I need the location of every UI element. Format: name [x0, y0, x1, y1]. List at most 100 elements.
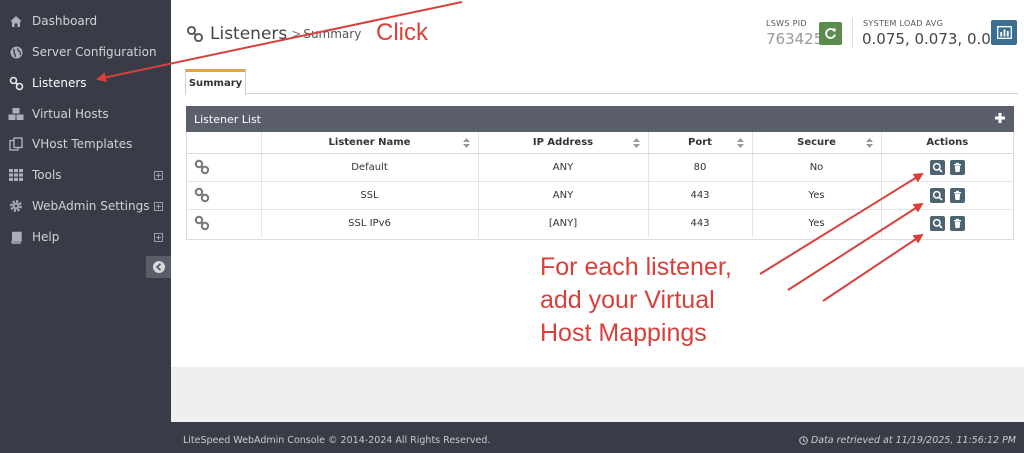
sidebar-item-help[interactable]: Help: [0, 222, 171, 252]
expand-icon[interactable]: [154, 170, 163, 180]
tab-summary[interactable]: Summary: [185, 69, 246, 95]
zoom-icon: [932, 218, 943, 229]
widget-title: Listener List: [194, 112, 261, 126]
link-icon: [194, 159, 210, 175]
sort-icon[interactable]: [865, 138, 873, 148]
collapse-sidebar-button[interactable]: [146, 256, 171, 278]
sidebar-item-tools[interactable]: Tools: [0, 160, 171, 190]
page-header: Listeners > Summary: [186, 24, 361, 44]
column-header-secure[interactable]: Secure: [752, 132, 882, 154]
row-icon-cell: [187, 209, 262, 237]
listener-table: Listener Name IP Address Port Secure Act…: [186, 132, 1014, 240]
sidebar-item-label: Tools: [32, 168, 62, 182]
header-divider: [852, 18, 853, 48]
column-header-label: IP Address: [532, 136, 594, 148]
sort-icon[interactable]: [736, 138, 744, 148]
trash-icon: [953, 190, 961, 200]
load-avg-value: 0.075, 0.073, 0.083: [862, 30, 1010, 48]
view-button[interactable]: [929, 215, 945, 231]
sidebar-item-dashboard[interactable]: Dashboard: [0, 6, 171, 36]
column-header-ip-address[interactable]: IP Address: [478, 132, 649, 154]
arrow-to-actions-row-3: [822, 233, 924, 302]
tab-divider: [246, 93, 1018, 94]
load-avg-label: SYSTEM LOAD AVG: [863, 19, 944, 28]
home-icon: [8, 13, 24, 29]
view-button[interactable]: [929, 187, 945, 203]
pid-label: LSWS PID: [766, 19, 807, 28]
ip-address-cell: ANY: [478, 181, 649, 210]
link-icon: [186, 25, 204, 43]
restart-button[interactable]: [819, 22, 842, 45]
secure-cell: Yes: [752, 209, 882, 237]
table-row: SSL ANY 443 Yes: [187, 181, 1013, 210]
sidebar-item-vhost-templates[interactable]: VHost Templates: [0, 129, 171, 159]
zoom-icon: [932, 162, 943, 173]
sort-icon[interactable]: [462, 138, 470, 148]
actions-cell: [881, 181, 1013, 210]
retrieved-text: Data retrieved at 11/19/2025, 11:56:12 P…: [810, 435, 1016, 446]
expand-icon[interactable]: [154, 201, 163, 211]
expand-icon[interactable]: [154, 232, 163, 242]
secure-cell: No: [752, 153, 882, 182]
sidebar-item-server-configuration[interactable]: Server Configuration: [0, 37, 171, 67]
arrow-left-icon: [152, 261, 165, 273]
column-header-port[interactable]: Port: [648, 132, 753, 154]
actions-cell: [881, 153, 1013, 182]
copy-icon: [8, 136, 24, 152]
load-chart-button[interactable]: [991, 20, 1017, 45]
table-row: SSL IPv6 [ANY] 443 Yes: [187, 209, 1013, 237]
secure-cell: Yes: [752, 181, 882, 210]
listener-name-cell[interactable]: Default: [261, 153, 479, 182]
sidebar-item-webadmin-settings[interactable]: WebAdmin Settings: [0, 191, 171, 221]
add-listener-button[interactable]: [993, 111, 1007, 125]
annotation-click: Click: [376, 19, 428, 46]
sort-icon[interactable]: [632, 138, 640, 148]
listener-name-cell[interactable]: SSL IPv6: [261, 209, 479, 237]
link-icon: [194, 216, 210, 231]
link-icon: [194, 187, 210, 203]
column-header-label: Listener Name: [328, 136, 411, 148]
sidebar-item-label: Help: [32, 230, 60, 244]
refresh-icon: [825, 28, 836, 39]
delete-button[interactable]: [949, 187, 965, 203]
delete-button[interactable]: [949, 159, 965, 175]
content-bottom-band: [171, 367, 1024, 422]
column-header-listener-name[interactable]: Listener Name: [261, 132, 479, 154]
column-header-icon: [187, 132, 262, 154]
annotation-line: For each listener,: [540, 253, 732, 281]
breadcrumb: Summary: [303, 27, 362, 41]
actions-cell: [881, 209, 1013, 237]
sidebar-item-label: VHost Templates: [32, 137, 133, 151]
breadcrumb-separator: >: [291, 27, 302, 41]
sidebar-item-listeners[interactable]: Listeners: [0, 68, 171, 98]
row-icon-cell: [187, 153, 262, 182]
page-title: Listeners: [210, 24, 288, 44]
annotation-line: Host Mappings: [540, 319, 707, 347]
delete-button[interactable]: [949, 215, 965, 231]
sidebar-item-virtual-hosts[interactable]: Virtual Hosts: [0, 99, 171, 129]
column-header-actions: Actions: [881, 132, 1013, 154]
zoom-icon: [932, 190, 943, 201]
sidebar-item-label: Server Configuration: [32, 45, 157, 59]
sidebar-item-label: Listeners: [32, 76, 87, 90]
view-button[interactable]: [929, 159, 945, 175]
column-header-label: Secure: [797, 136, 836, 148]
port-cell: 80: [648, 153, 753, 182]
sidebar: Dashboard Server Configuration Listeners…: [0, 0, 171, 453]
globe-icon: [8, 44, 24, 60]
sidebar-item-label: Dashboard: [32, 14, 98, 28]
listener-name-cell[interactable]: SSL: [261, 181, 479, 210]
plus-icon: [995, 113, 1005, 123]
listener-list-header: Listener List: [186, 106, 1014, 132]
table-header-row: Listener Name IP Address Port Secure Act…: [187, 132, 1013, 154]
annotation-line: add your Virtual: [540, 286, 715, 314]
footer: LiteSpeed WebAdmin Console © 2014-2024 A…: [171, 422, 1024, 453]
row-icon-cell: [187, 181, 262, 210]
footer-copyright: LiteSpeed WebAdmin Console © 2014-2024 A…: [183, 435, 491, 446]
footer-retrieved: Data retrieved at 11/19/2025, 11:56:12 P…: [799, 435, 1016, 446]
sidebar-item-label: Virtual Hosts: [32, 107, 109, 121]
port-cell: 443: [648, 209, 753, 237]
ip-address-cell: ANY: [478, 153, 649, 182]
link-icon: [8, 75, 24, 91]
annotation-note: For each listener, add your Virtual Host…: [540, 251, 800, 350]
